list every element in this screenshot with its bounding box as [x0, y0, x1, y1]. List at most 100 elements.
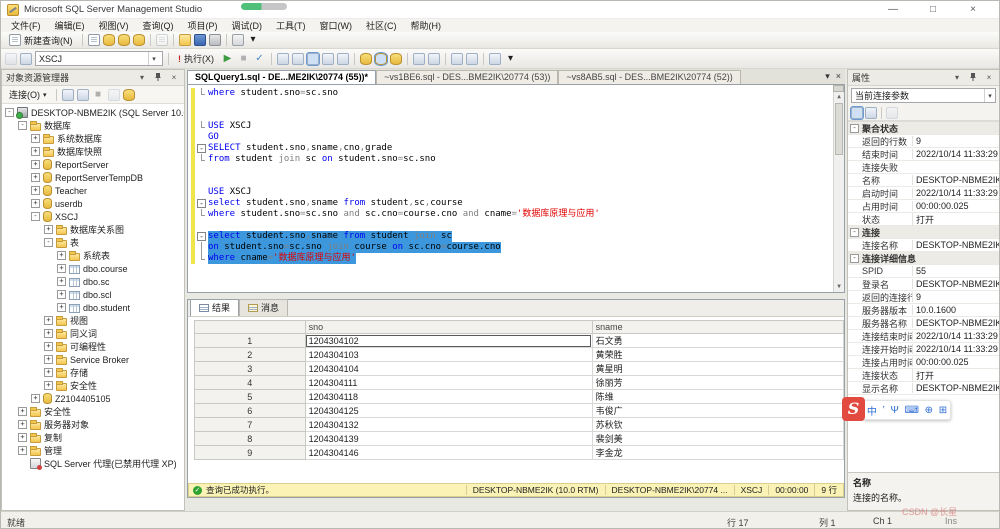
toolbar-overflow-icon[interactable]: ▾: [247, 34, 260, 46]
delete-icon[interactable]: [123, 89, 135, 101]
change-connection-icon[interactable]: [20, 53, 32, 65]
tree-item[interactable]: +ReportServer: [2, 158, 184, 171]
tree-item[interactable]: +安全性: [2, 379, 184, 392]
tree-item[interactable]: SQL Server 代理(已禁用代理 XP): [2, 457, 184, 470]
property-row[interactable]: 占用时间00:00:00.025: [848, 200, 999, 213]
property-row[interactable]: 名称DESKTOP-NBME2IK: [848, 174, 999, 187]
print-icon[interactable]: [209, 34, 221, 46]
close-icon[interactable]: ×: [168, 73, 180, 82]
editor-tab[interactable]: SQLQuery1.sql - DE...ME2IK\20774 (55))*: [187, 70, 376, 84]
tree-item[interactable]: +Teacher: [2, 184, 184, 197]
window-position-icon[interactable]: ▾: [136, 73, 148, 82]
tree-item[interactable]: +数据库关系图: [2, 223, 184, 236]
query-options-icon[interactable]: [292, 53, 304, 65]
close-document-icon[interactable]: ×: [836, 71, 841, 82]
menu-item[interactable]: 工具(T): [269, 18, 313, 33]
expand-icon[interactable]: +: [57, 277, 66, 286]
open-file-icon[interactable]: [179, 34, 191, 46]
tree-item[interactable]: +数据库快照: [2, 145, 184, 158]
available-databases-combo[interactable]: XSCJ ▾: [35, 51, 163, 66]
grid-cell[interactable]: 1204304104: [305, 362, 592, 376]
new-mdx-query-icon[interactable]: [103, 34, 115, 46]
alphabetical-icon[interactable]: [865, 107, 877, 119]
save-icon[interactable]: [194, 34, 206, 46]
row-number-cell[interactable]: 3: [195, 362, 306, 376]
fold-collapse-icon[interactable]: -: [197, 199, 206, 208]
expand-icon[interactable]: +: [18, 407, 27, 416]
execute-button[interactable]: ! 执行(X): [174, 51, 218, 66]
menu-item[interactable]: 帮助(H): [404, 18, 449, 33]
tree-item[interactable]: +复制: [2, 431, 184, 444]
tab-results[interactable]: 结果: [190, 299, 239, 316]
categorized-icon[interactable]: [851, 107, 863, 119]
property-row[interactable]: 启动时间2022/10/14 11:33:29: [848, 187, 999, 200]
table-row[interactable]: 61204304125韦俊广: [195, 404, 844, 418]
property-row[interactable]: SPID55: [848, 265, 999, 278]
property-section-row[interactable]: -连接: [848, 226, 999, 239]
collapse-icon[interactable]: -: [18, 121, 27, 130]
tree-item[interactable]: +Z2104405105: [2, 392, 184, 405]
row-number-cell[interactable]: 2: [195, 348, 306, 362]
connect-server-icon[interactable]: [62, 89, 74, 101]
menu-item[interactable]: 窗口(W): [313, 18, 360, 33]
expand-icon[interactable]: +: [44, 342, 53, 351]
property-row[interactable]: 服务器版本10.0.1600: [848, 304, 999, 317]
property-row[interactable]: 服务器名称DESKTOP-NBME2IK: [848, 317, 999, 330]
table-row[interactable]: 41204304111徐丽芳: [195, 376, 844, 390]
property-row[interactable]: 返回的行数9: [848, 135, 999, 148]
increase-indent-icon[interactable]: [466, 53, 478, 65]
property-row[interactable]: 连接名称DESKTOP-NBME2IK: [848, 239, 999, 252]
column-header[interactable]: sno: [305, 321, 592, 334]
grid-cell[interactable]: 徐丽芳: [592, 376, 843, 390]
tree-item[interactable]: +系统表: [2, 249, 184, 262]
tree-item[interactable]: +可编程性: [2, 340, 184, 353]
restore-icon[interactable]: □: [913, 1, 953, 19]
grid-cell[interactable]: 李金龙: [592, 446, 843, 460]
tree-item[interactable]: +同义词: [2, 327, 184, 340]
grid-cell[interactable]: 陈维: [592, 390, 843, 404]
editor-tab[interactable]: ~vs8AB5.sql - DES...BME2IK\20774 (52)): [558, 70, 740, 84]
scroll-up-icon[interactable]: ▲: [834, 92, 844, 102]
row-number-cell[interactable]: 4: [195, 376, 306, 390]
row-number-cell[interactable]: 7: [195, 418, 306, 432]
property-row[interactable]: 结束时间2022/10/14 11:33:29: [848, 148, 999, 161]
table-row[interactable]: 21204304103黄荣胜: [195, 348, 844, 362]
row-number-cell[interactable]: 1: [195, 334, 306, 348]
expand-icon[interactable]: +: [31, 394, 40, 403]
row-number-cell[interactable]: 5: [195, 390, 306, 404]
sogou-ime-toolbar[interactable]: 中 ’Ψ⌨⊕⊞: [863, 400, 951, 420]
tree-item[interactable]: -DESKTOP-NBME2IK (SQL Server 10.0.160: [2, 106, 184, 119]
expand-icon[interactable]: +: [31, 147, 40, 156]
tree-item[interactable]: +dbo.student: [2, 301, 184, 314]
fold-collapse-icon[interactable]: -: [197, 232, 206, 241]
tree-item[interactable]: +userdb: [2, 197, 184, 210]
property-row[interactable]: 连接失败: [848, 161, 999, 174]
property-section-row[interactable]: -连接详细信息: [848, 252, 999, 265]
table-row[interactable]: 91204304146李金龙: [195, 446, 844, 460]
expand-icon[interactable]: +: [31, 173, 40, 182]
ime-skin-icon[interactable]: ⊕: [925, 405, 933, 416]
property-row[interactable]: 显示名称DESKTOP-NBME2IK: [848, 382, 999, 395]
menu-item[interactable]: 查询(Q): [136, 18, 181, 33]
toolbar-overflow-icon[interactable]: ▾: [504, 53, 517, 65]
expand-icon[interactable]: +: [44, 329, 53, 338]
window-position-icon[interactable]: ▾: [951, 73, 963, 82]
comment-selection-icon[interactable]: [413, 53, 425, 65]
grid-cell[interactable]: 石文勇: [592, 334, 843, 348]
property-row[interactable]: 连接结束时间2022/10/14 11:33:29: [848, 330, 999, 343]
menu-item[interactable]: 文件(F): [4, 18, 48, 33]
results-to-text-icon[interactable]: [360, 53, 372, 65]
new-query-button[interactable]: 新建查询(N): [5, 33, 77, 48]
ime-toolbox-icon[interactable]: ⊞: [939, 405, 947, 416]
ime-voice-icon[interactable]: Ψ: [890, 405, 898, 416]
results-to-file-icon[interactable]: [390, 53, 402, 65]
disconnect-server-icon[interactable]: [77, 89, 89, 101]
pin-icon[interactable]: [152, 72, 164, 84]
expand-icon[interactable]: +: [44, 368, 53, 377]
active-files-icon[interactable]: ▾: [825, 71, 830, 82]
expand-icon[interactable]: +: [18, 446, 27, 455]
grid-cell[interactable]: 1204304102: [305, 334, 592, 348]
template-parameters-icon[interactable]: [489, 53, 501, 65]
table-row[interactable]: 71204304132苏秋钦: [195, 418, 844, 432]
connect-button[interactable]: 连接(O) ▾: [5, 87, 51, 102]
